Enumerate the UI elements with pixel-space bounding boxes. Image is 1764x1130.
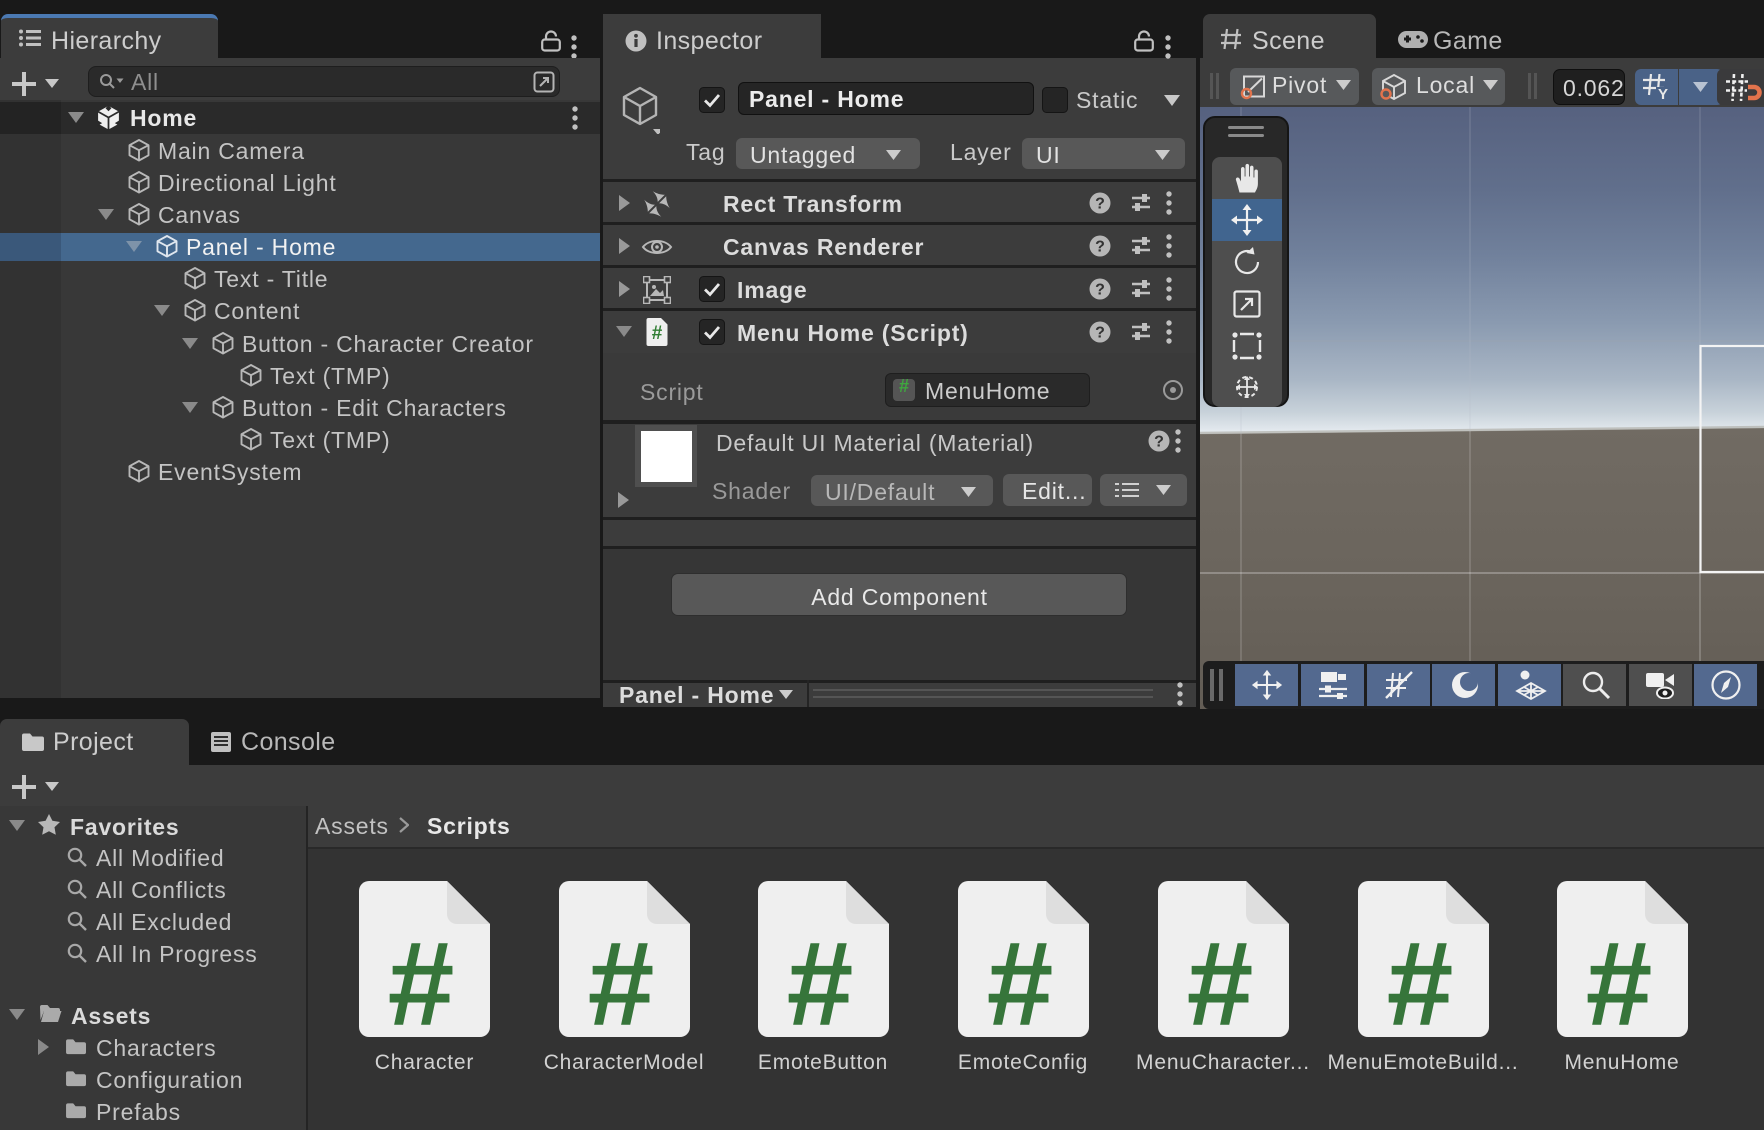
svg-text:#: # bbox=[388, 917, 455, 1037]
svg-text:Y: Y bbox=[1658, 86, 1668, 100]
